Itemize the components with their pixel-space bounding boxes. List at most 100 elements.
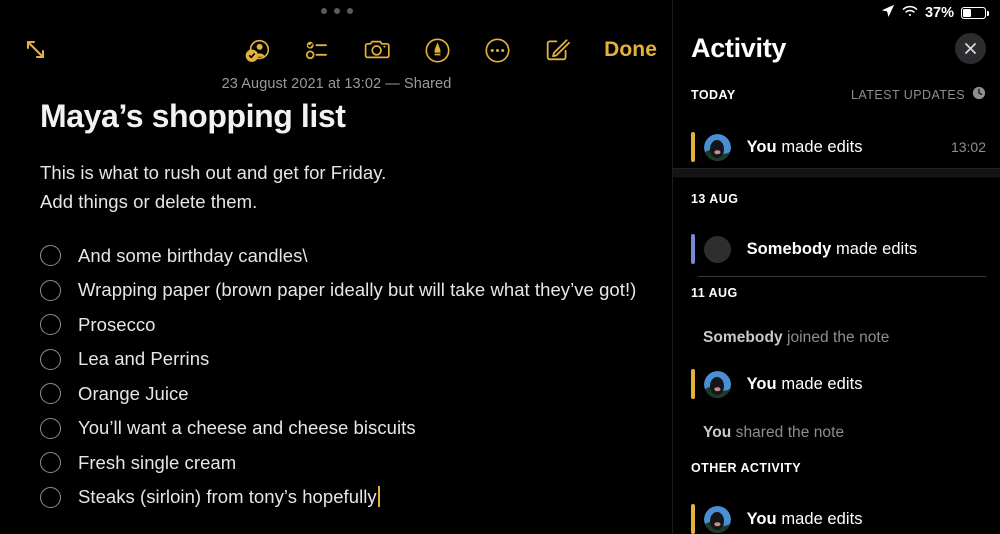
note-title: Maya’s shopping list [40,98,346,134]
checklist-item[interactable]: Prosecco [40,307,660,342]
text-cursor [377,486,380,508]
checklist-item[interactable]: Orange Juice [40,376,660,411]
section-header-right[interactable]: LATEST UPDATES [851,86,986,105]
checklist-item-label: Prosecco [78,313,156,335]
activity-row[interactable]: You made edits [673,496,1000,534]
activity-section-11aug: 11 AUG Somebody joined the note You made… [673,283,1000,452]
person-check-shared-icon[interactable] [240,33,274,67]
activity-row-plain[interactable]: You shared the note [673,414,1000,452]
activity-action: made edits [781,137,863,156]
row-accent-bar [691,369,695,399]
avatar [703,133,731,161]
avatar [703,370,731,398]
note-paragraph-line: This is what to rush out and get for Fri… [40,162,387,183]
activity-actor: You [703,424,732,441]
avatar [703,235,731,263]
activity-row-text: You made edits [747,510,863,529]
checklist-item[interactable]: Steaks (sirloin) from tony’s hopefully [40,480,660,515]
row-separator [698,276,986,277]
activity-header: Activity [691,24,986,72]
location-arrow-icon [881,4,895,23]
checklist-item[interactable]: Fresh single cream [40,445,660,480]
latest-updates-label: LATEST UPDATES [851,88,965,102]
wifi-icon [902,4,918,22]
close-x-icon[interactable] [955,32,986,64]
checklist-item-text: Steaks (sirloin) from tony’s hopefully [78,486,377,508]
status-bar: 37% [881,0,989,26]
checkbox-icon[interactable] [40,314,61,336]
battery-percent-label: 37% [924,5,954,21]
note-paragraph-line: Add things or delete them. [40,191,258,213]
activity-action: made edits [781,374,863,393]
checklist-icon[interactable] [300,33,334,67]
activity-title: Activity [691,32,787,63]
activity-row-plain[interactable]: Somebody joined the note [673,319,1000,357]
section-title: 11 AUG [691,286,738,300]
activity-action: shared the note [735,424,845,441]
checklist-item[interactable]: You’ll want a cheese and cheese biscuits [40,411,660,446]
notes-app-screen: Done 23 August 2021 at 13:02 — Shared Ma… [0,0,1000,534]
clock-icon [972,86,986,105]
activity-actor: You [746,374,777,393]
row-accent-bar [691,234,695,264]
checklist-item-label: Fresh single cream [78,451,237,473]
battery-icon [961,6,989,20]
checkbox-icon[interactable] [40,245,61,267]
checkbox-icon[interactable] [40,348,61,370]
activity-row[interactable]: You made edits [673,361,1000,407]
compose-pencil-square-icon[interactable] [540,33,574,67]
activity-actor: You [746,509,777,528]
checklist-item-label: And some birthday candles\ [78,244,308,266]
avatar [703,505,731,533]
activity-row-text: You made edits [747,138,863,157]
checklist-item-label: Lea and Perrins [78,348,210,370]
checkbox-icon[interactable] [40,486,61,508]
note-paragraph: This is what to rush out and get for Fri… [40,158,660,216]
activity-row-text: You made edits [747,375,863,394]
camera-icon[interactable] [360,33,394,67]
checkbox-icon[interactable] [40,417,61,439]
section-title: 13 AUG [691,192,739,206]
activity-section-today: TODAY LATEST UPDATES You made edits 13:0… [673,85,1000,170]
checklist-item[interactable]: Wrapping paper (brown paper ideally but … [40,273,660,308]
section-header: 13 AUG [673,189,1000,209]
note-toolbar: Done [0,28,673,72]
checklist-item[interactable]: And some birthday candles\ [40,238,660,273]
note-meta: 23 August 2021 at 13:02 — Shared [221,76,452,92]
activity-row-text: You shared the note [703,424,844,442]
more-ellipsis-circle-icon[interactable] [480,33,514,67]
section-header: 11 AUG [673,283,1000,303]
section-title: OTHER ACTIVITY [691,461,802,475]
row-accent-bar [691,132,695,162]
checkbox-icon[interactable] [40,383,61,405]
section-band-separator [673,168,1000,178]
checklist-item-label: Orange Juice [78,382,189,404]
activity-row-text: Somebody made edits [747,240,918,259]
activity-actor: You [746,137,777,156]
checkbox-icon[interactable] [40,279,61,301]
activity-actor: Somebody [703,329,783,346]
checklist-item-label: You’ll want a cheese and cheese biscuits [78,417,416,439]
checkbox-icon[interactable] [40,452,61,474]
activity-row[interactable]: Somebody made edits [673,226,1000,272]
activity-row-time: 13:02 [950,139,986,155]
note-content[interactable]: Maya’s shopping list This is what to rus… [40,96,660,514]
expand-diagonal-arrows-icon[interactable] [18,32,54,68]
row-accent-bar [691,504,695,534]
section-title: TODAY [691,88,736,102]
activity-row[interactable]: You made edits 13:02 [673,124,1000,170]
checklist: And some birthday candles\ Wrapping pape… [40,238,660,514]
activity-actor: Somebody [746,239,832,258]
note-pane: Done 23 August 2021 at 13:02 — Shared Ma… [0,0,673,534]
toolbar-actions: Done [240,28,661,72]
done-button[interactable]: Done [600,38,661,62]
checklist-item[interactable]: Lea and Perrins [40,342,660,377]
checklist-item-label: Wrapping paper (brown paper ideally but … [78,279,637,301]
activity-pane: 37% Activity TODAY LATEST UPDATES You ma… [673,0,1000,534]
activity-section-13aug: 13 AUG Somebody made edits [673,189,1000,277]
checklist-item-label-active: Steaks (sirloin) from tony’s hopefully [78,486,380,508]
section-header: TODAY LATEST UPDATES [673,85,1000,105]
activity-section-other: OTHER ACTIVITY You made edits [673,458,1000,534]
markup-pen-circle-icon[interactable] [420,33,454,67]
multitask-grabber-dots-icon[interactable] [0,8,673,14]
